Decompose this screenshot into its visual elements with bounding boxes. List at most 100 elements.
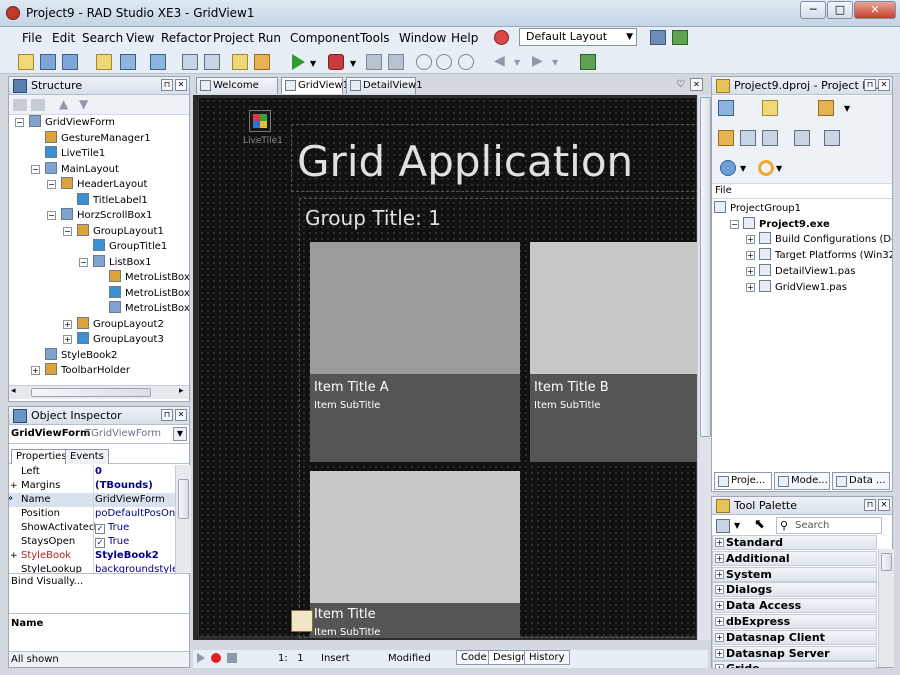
tab-properties[interactable]: Properties <box>11 449 72 464</box>
structure-node[interactable]: ToolbarHolder <box>45 363 130 378</box>
file-column-header[interactable]: File <box>712 185 892 199</box>
stop-icon[interactable] <box>388 54 404 70</box>
property-value[interactable]: True <box>108 536 129 547</box>
back-dropdown-icon[interactable]: ▼ <box>514 58 520 67</box>
close-icon[interactable]: ✕ <box>175 79 187 91</box>
options-dropdown-icon[interactable]: ▼ <box>844 104 850 113</box>
tab-detailview1[interactable]: DetailView1 <box>346 77 423 94</box>
save-all-icon[interactable] <box>62 54 78 70</box>
property-row[interactable]: StaysOpen ✓ True <box>9 535 175 549</box>
object-selector[interactable]: GridViewForm TGridViewForm ▼ <box>9 426 189 444</box>
menu-window[interactable]: Window <box>399 31 446 45</box>
scroll-thumb[interactable] <box>881 553 892 571</box>
run-dropdown-icon[interactable]: ▼ <box>310 59 316 68</box>
tab-welcome-page[interactable]: Welcome Page <box>196 77 278 106</box>
checkbox[interactable]: ✓ <box>95 538 105 548</box>
checkbox[interactable]: ✓ <box>95 524 105 534</box>
tab-model-view[interactable]: Mode... <box>774 472 830 490</box>
pin-icon[interactable]: ⊓ <box>161 409 173 421</box>
project-node[interactable]: + Build Configurations (Debug) <box>746 232 892 247</box>
property-value[interactable]: poDefaultPosOnly <box>95 508 175 519</box>
expand-icon[interactable]: + <box>10 549 18 563</box>
view-form-icon[interactable] <box>204 54 220 70</box>
expand-icon[interactable]: + <box>715 664 724 669</box>
structure-node[interactable]: MainLayout <box>45 161 119 177</box>
project-node[interactable]: ProjectGroup1 <box>714 201 801 216</box>
tab-history[interactable]: History <box>524 650 570 665</box>
menu-component[interactable]: Component <box>290 31 360 45</box>
property-value[interactable]: (TBounds) <box>95 480 153 491</box>
pause-icon[interactable] <box>366 54 382 70</box>
expand-icon[interactable]: + <box>746 266 755 276</box>
menu-file[interactable]: File <box>22 31 42 45</box>
collapse-icon[interactable]: − <box>15 118 24 127</box>
step-over-icon[interactable] <box>436 54 452 70</box>
remove-file-icon[interactable] <box>150 54 166 70</box>
structure-node[interactable]: HeaderLayout <box>61 177 147 192</box>
pin-icon[interactable]: ⊓ <box>161 79 173 91</box>
toggle-form-unit-icon[interactable] <box>232 54 248 70</box>
menu-tools[interactable]: Tools <box>360 31 390 45</box>
options-icon[interactable] <box>818 100 834 116</box>
property-row[interactable]: + Margins (TBounds) <box>9 479 175 493</box>
trace-into-icon[interactable] <box>416 54 432 70</box>
palette-category[interactable]: + Datasnap Client <box>712 629 877 645</box>
structure-node[interactable]: StyleBook2 <box>45 347 117 363</box>
property-value[interactable]: GridViewForm <box>95 494 165 505</box>
expand-icon[interactable]: + <box>746 251 755 261</box>
build-icon[interactable] <box>824 130 840 146</box>
property-value[interactable]: 0 <box>95 466 102 477</box>
palette-category[interactable]: + dbExpress <box>712 614 877 629</box>
close-tab-icon[interactable]: ✕ <box>690 78 703 91</box>
help-book-icon[interactable] <box>580 54 596 70</box>
platform-icon[interactable] <box>720 160 736 176</box>
scroll-left-icon[interactable]: ◂ <box>11 386 16 396</box>
expand-icon[interactable]: + <box>746 235 755 245</box>
collapse-all-icon[interactable] <box>31 99 45 111</box>
tab-list-icon[interactable]: ♡ <box>676 79 685 90</box>
move-up-icon[interactable]: ▲ <box>59 97 68 111</box>
property-row[interactable]: Left 0 <box>9 465 175 479</box>
structure-node[interactable]: GridViewForm <box>29 115 115 130</box>
property-row[interactable]: ShowActivated ✓ True <box>9 521 175 535</box>
palette-search-field[interactable]: ⚲ Search <box>776 517 882 534</box>
collapse-icon[interactable]: − <box>47 180 56 189</box>
tab-gridview1[interactable]: GridView1 <box>281 77 349 94</box>
menu-search[interactable]: Search <box>82 31 123 45</box>
project-node[interactable]: + DetailView1.pas <box>746 263 855 279</box>
palette-vscroll[interactable] <box>878 549 894 667</box>
back-arrow-icon[interactable]: ◀ <box>494 53 505 69</box>
grid-item-tile[interactable]: Item Title B Item SubTitle <box>530 242 698 462</box>
tab-data-explorer[interactable]: Data ... <box>832 472 890 490</box>
collapse-icon[interactable]: − <box>31 164 40 174</box>
structure-node[interactable]: MetroListBoxIter <box>109 285 189 301</box>
menu-refactor[interactable]: Refactor <box>161 31 211 45</box>
scroll-thumb[interactable] <box>700 97 711 437</box>
expand-icon[interactable]: + <box>10 479 18 493</box>
sync-icon[interactable] <box>718 130 734 146</box>
run-without-debug-icon[interactable] <box>328 54 344 70</box>
property-row[interactable]: Name GridViewForm <box>9 493 175 507</box>
tab-events[interactable]: Events <box>65 449 109 464</box>
menu-edit[interactable]: Edit <box>52 31 75 45</box>
close-icon[interactable]: ✕ <box>878 499 890 511</box>
set-debug-desktop-icon[interactable] <box>672 30 688 45</box>
structure-node[interactable]: GroupTitle1 <box>93 239 167 254</box>
pointer-arrow-icon[interactable]: ⬉ <box>754 517 765 532</box>
expand-icon[interactable]: + <box>715 617 724 626</box>
forward-arrow-icon[interactable]: ▶ <box>532 53 543 69</box>
tab-projects[interactable]: Proje... <box>714 472 772 490</box>
structure-node[interactable]: GroupLayout2 <box>77 316 164 332</box>
run-icon[interactable] <box>292 54 305 70</box>
target-dropdown-icon[interactable]: ▼ <box>776 164 782 173</box>
expand-icon[interactable]: + <box>31 366 40 375</box>
form-canvas[interactable]: LiveTile1 Grid Application Group Title: … <box>198 97 699 638</box>
open-icon[interactable] <box>40 54 56 70</box>
categories-icon[interactable] <box>716 519 730 533</box>
menu-help[interactable]: Help <box>451 31 478 45</box>
close-button[interactable]: ✕ <box>854 1 896 19</box>
scroll-right-icon[interactable]: ▸ <box>179 386 184 396</box>
property-value[interactable]: StyleBook2 <box>95 550 159 561</box>
project-node[interactable]: − Project9.exe <box>730 216 830 232</box>
property-value[interactable]: True <box>108 522 129 533</box>
